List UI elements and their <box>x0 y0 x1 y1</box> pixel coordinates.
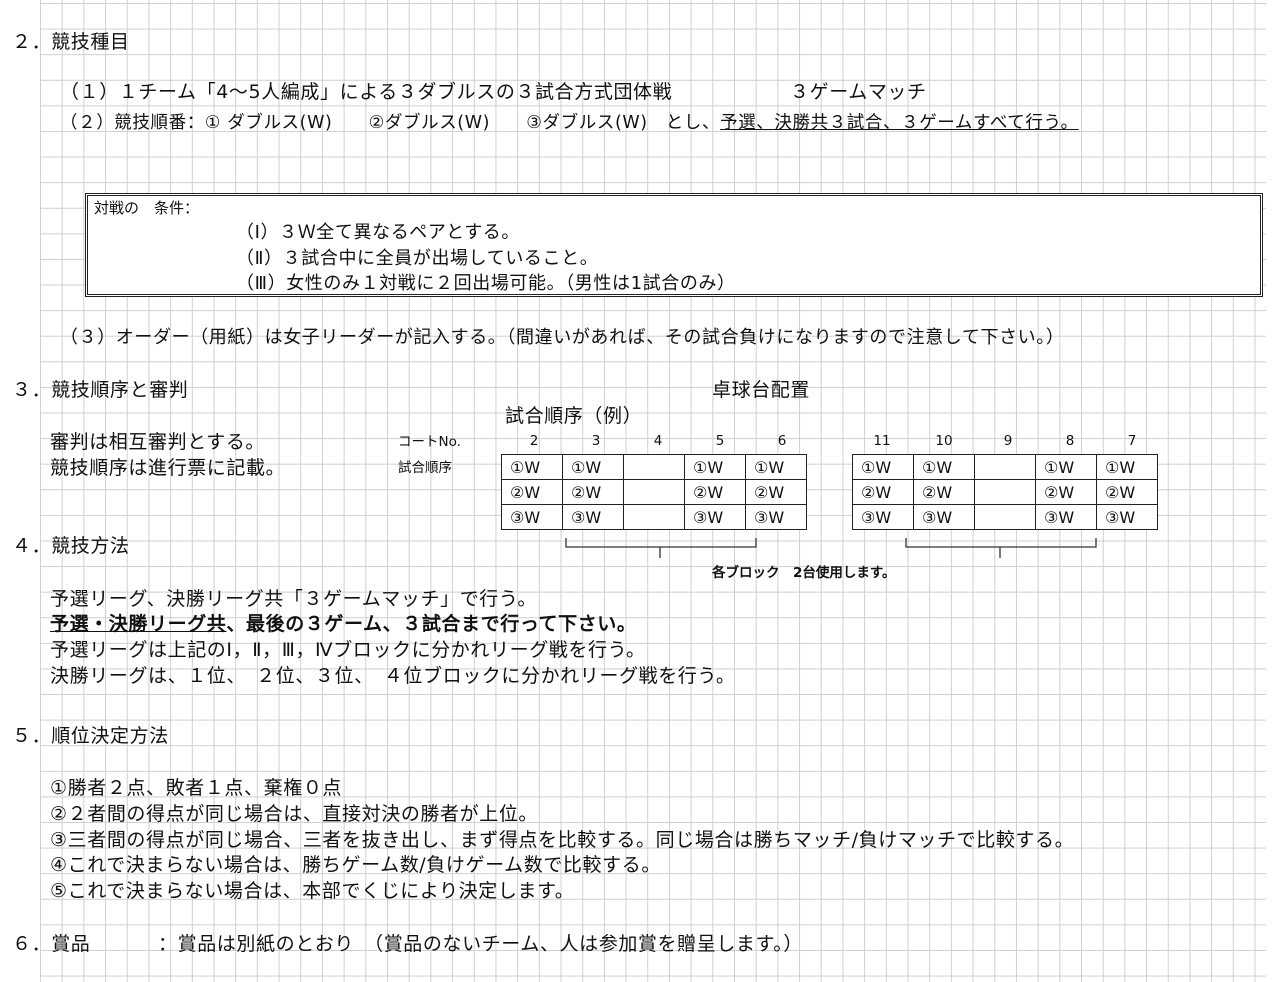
table-layout-title: 卓球台配置 <box>712 379 811 401</box>
table-cell: ②W <box>852 479 914 505</box>
section-2-line2-order: （２）競技順番：① ダブルス(W) ②ダブルス(W) ③ダブルス(W) とし、 <box>60 113 721 133</box>
table-cell: ①W <box>852 454 914 480</box>
table-cell <box>623 504 685 530</box>
section-3-title: ３．競技順序と審判 <box>12 379 189 401</box>
block-note: 各ブロック 2台使用します。 <box>712 565 896 581</box>
order-example-label: 試合順序（例） <box>505 405 643 427</box>
section-2-line1-match: ３ゲームマッチ <box>790 81 927 103</box>
table-cell: ②W <box>501 479 563 505</box>
table-cell: ③W <box>913 504 975 530</box>
table-cell <box>974 504 1036 530</box>
section-2-line2-underline: 予選、決勝共３試合、３ゲームすべて行う。 <box>720 113 1079 133</box>
section-4-line2: 予選・決勝リーグ共、最後の３ゲーム、３試合まで行って下さい。 <box>50 612 637 636</box>
table-cell: ①W <box>745 454 807 480</box>
court-header: 2 <box>529 433 539 449</box>
section-4-line2-underline: 予選・決勝リーグ共 <box>50 613 227 635</box>
table-cell <box>974 479 1036 505</box>
table-cell: ③W <box>745 504 807 530</box>
section-4-line4: 決勝リーグは、１位、 ２位、３位、 ４位ブロックに分かれリーグ戦を行う。 <box>50 665 736 687</box>
section-5-title: ５．順位決定方法 <box>12 725 169 747</box>
ranking-rule-4: ④これで決まらない場合は、勝ちゲーム数/負けゲーム数で比較する。 <box>50 854 661 876</box>
table-cell: ③W <box>562 504 624 530</box>
section-4-line3: 予選リーグは上記のⅠ，Ⅱ，Ⅲ，Ⅳブロックに分かれリーグ戦を行う。 <box>50 639 646 661</box>
ranking-rule-2: ②２者間の得点が同じ場合は、直接対決の勝者が上位。 <box>50 803 539 825</box>
ranking-rule-5: ⑤これで決まらない場合は、本部でくじにより決定します。 <box>50 880 575 902</box>
section-6-title: ６．賞品 <box>12 933 91 955</box>
court-header: 3 <box>591 433 601 449</box>
section-4-title: ４．競技方法 <box>12 535 130 557</box>
condition-1: （Ⅰ）３Ｗ全て異なるペアとする。 <box>236 222 521 243</box>
condition-2: （Ⅱ）３試合中に全員が出場していること。 <box>236 248 599 269</box>
table-cell: ②W <box>562 479 624 505</box>
order-text: 競技順序は進行票に記載。 <box>50 457 286 479</box>
table-cell: ①W <box>684 454 746 480</box>
section-2-line3: （３）オーダー（用紙）は女子リーダーが記入する。（間違いがあれば、その試合負けに… <box>60 327 1065 348</box>
table-cell <box>623 454 685 480</box>
row-header-gutter <box>0 0 40 982</box>
table-cell: ③W <box>852 504 914 530</box>
match-order-label: 試合順序 <box>398 460 452 476</box>
table-row: ①W ①W ①W ①W <box>501 454 807 480</box>
table-cell: ②W <box>1035 479 1097 505</box>
table-cell: ②W <box>684 479 746 505</box>
order-table-left: ①W ①W ①W ①W ②W ②W ②W ②W ③W ③W ③W ③W <box>501 454 807 530</box>
table-cell <box>623 479 685 505</box>
right-margin <box>1266 0 1286 982</box>
table-row: ③W ③W ③W ③W <box>852 504 1158 530</box>
section-2-line2: （２）競技順番：① ダブルス(W) ②ダブルス(W) ③ダブルス(W) とし、予… <box>60 111 1079 135</box>
table-cell: ①W <box>1035 454 1097 480</box>
table-cell: ①W <box>913 454 975 480</box>
table-cell: ③W <box>501 504 563 530</box>
table-cell: ①W <box>501 454 563 480</box>
court-header: 9 <box>1003 433 1013 449</box>
conditions-label: 対戦の 条件： <box>94 199 200 217</box>
table-cell: ①W <box>1096 454 1158 480</box>
table-cell: ②W <box>1096 479 1158 505</box>
referee-text: 審判は相互審判とする。 <box>50 431 266 453</box>
ranking-rule-3: ③三者間の得点が同じ場合、三者を抜き出し、まず得点を比較する。同じ場合は勝ちマッ… <box>50 829 1075 851</box>
table-row: ②W ②W ②W ②W <box>852 479 1158 505</box>
court-header: 8 <box>1065 433 1075 449</box>
table-row: ③W ③W ③W ③W <box>501 504 807 530</box>
table-cell <box>974 454 1036 480</box>
court-header: 10 <box>935 433 953 449</box>
court-header: 6 <box>777 433 787 449</box>
section-4-line1: 予選リーグ、決勝リーグ共「３ゲームマッチ」で行う。 <box>50 588 537 610</box>
court-no-label: コートNo. <box>398 434 461 450</box>
table-cell: ①W <box>562 454 624 480</box>
section-2-title: ２．競技種目 <box>12 31 130 53</box>
condition-3: （Ⅲ）女性のみ１対戦に２回出場可能。（男性は1試合のみ） <box>236 273 736 294</box>
table-row: ②W ②W ②W ②W <box>501 479 807 505</box>
table-row: ①W ①W ①W ①W <box>852 454 1158 480</box>
ranking-rule-1: ①勝者２点、敗者１点、棄権０点 <box>50 777 343 799</box>
brace-right-block <box>905 538 1097 558</box>
court-header: 7 <box>1127 433 1137 449</box>
table-cell: ③W <box>684 504 746 530</box>
table-cell: ②W <box>745 479 807 505</box>
prize-text: ：賞品は別紙のとおり （賞品のないチーム、人は参加賞を贈呈します。） <box>158 933 803 955</box>
section-4-line2-rest: 、最後の３ゲーム、３試合まで行って下さい。 <box>226 613 637 635</box>
table-cell: ③W <box>1096 504 1158 530</box>
section-2-line1: （１）１チーム「4〜5人編成」による３ダブルスの３試合方式団体戦 <box>60 81 673 103</box>
court-header: 4 <box>653 433 663 449</box>
order-table-right: ①W ①W ①W ①W ②W ②W ②W ②W ③W ③W ③W ③W <box>852 454 1158 530</box>
court-header: 5 <box>715 433 725 449</box>
table-cell: ③W <box>1035 504 1097 530</box>
court-header: 11 <box>873 433 891 449</box>
brace-left-block <box>565 538 757 558</box>
table-cell: ②W <box>913 479 975 505</box>
